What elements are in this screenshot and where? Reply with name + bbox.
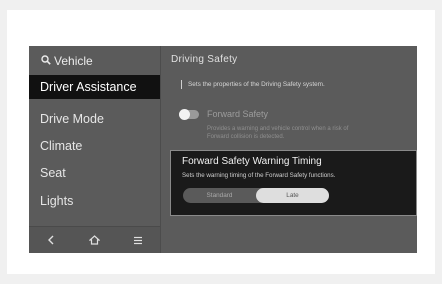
forward-safety-description-line: Forward collision is detected. bbox=[207, 134, 285, 140]
sidebar-item-climate[interactable]: Climate bbox=[29, 134, 160, 158]
sidebar: Vehicle Driver Assistance Drive Mode Cli… bbox=[29, 46, 160, 253]
page-title: Driving Safety bbox=[171, 54, 238, 65]
forward-safety-description: Provides a warning and vehicle control w… bbox=[207, 125, 407, 141]
search-icon bbox=[41, 54, 54, 68]
option-late[interactable]: Late bbox=[256, 188, 329, 203]
back-icon[interactable] bbox=[36, 229, 66, 251]
sidebar-divider bbox=[160, 46, 161, 253]
search-label: Vehicle bbox=[54, 54, 93, 68]
forward-safety-toggle[interactable] bbox=[179, 109, 199, 120]
sidebar-item-drive-mode[interactable]: Drive Mode bbox=[29, 107, 160, 131]
sidebar-item-label: Lights bbox=[40, 194, 74, 208]
sidebar-item-label: Drive Mode bbox=[40, 112, 104, 126]
forward-safety-description-line: Provides a warning and vehicle control w… bbox=[207, 126, 349, 132]
popup-description: Sets the warning timing of the Forward S… bbox=[182, 172, 336, 179]
sidebar-item-seat[interactable]: Seat bbox=[29, 161, 160, 185]
sidebar-item-label: Driver Assistance bbox=[40, 80, 137, 94]
timing-segmented-control: Standard Late bbox=[183, 188, 329, 203]
infotainment-screen: Vehicle Driver Assistance Drive Mode Cli… bbox=[29, 46, 417, 253]
page-description-text: Sets the properties of the Driving Safet… bbox=[188, 81, 325, 88]
bottom-nav-bar bbox=[29, 226, 160, 253]
description-marker bbox=[181, 80, 182, 89]
sidebar-item-driver-assistance[interactable]: Driver Assistance bbox=[29, 75, 160, 99]
sidebar-item-label: Climate bbox=[40, 139, 83, 153]
popup-title: Forward Safety Warning Timing bbox=[182, 156, 322, 167]
search-bar[interactable]: Vehicle bbox=[41, 52, 93, 70]
home-icon[interactable] bbox=[79, 229, 109, 251]
forward-safety-label: Forward Safety bbox=[207, 109, 269, 119]
warning-timing-popup: Forward Safety Warning Timing Sets the w… bbox=[170, 150, 417, 216]
page-description: Sets the properties of the Driving Safet… bbox=[181, 80, 325, 89]
menu-icon[interactable] bbox=[123, 229, 153, 251]
toggle-knob bbox=[179, 109, 190, 120]
sidebar-item-lights[interactable]: Lights bbox=[29, 189, 160, 213]
option-standard[interactable]: Standard bbox=[183, 188, 256, 203]
sidebar-item-label: Seat bbox=[40, 166, 66, 180]
